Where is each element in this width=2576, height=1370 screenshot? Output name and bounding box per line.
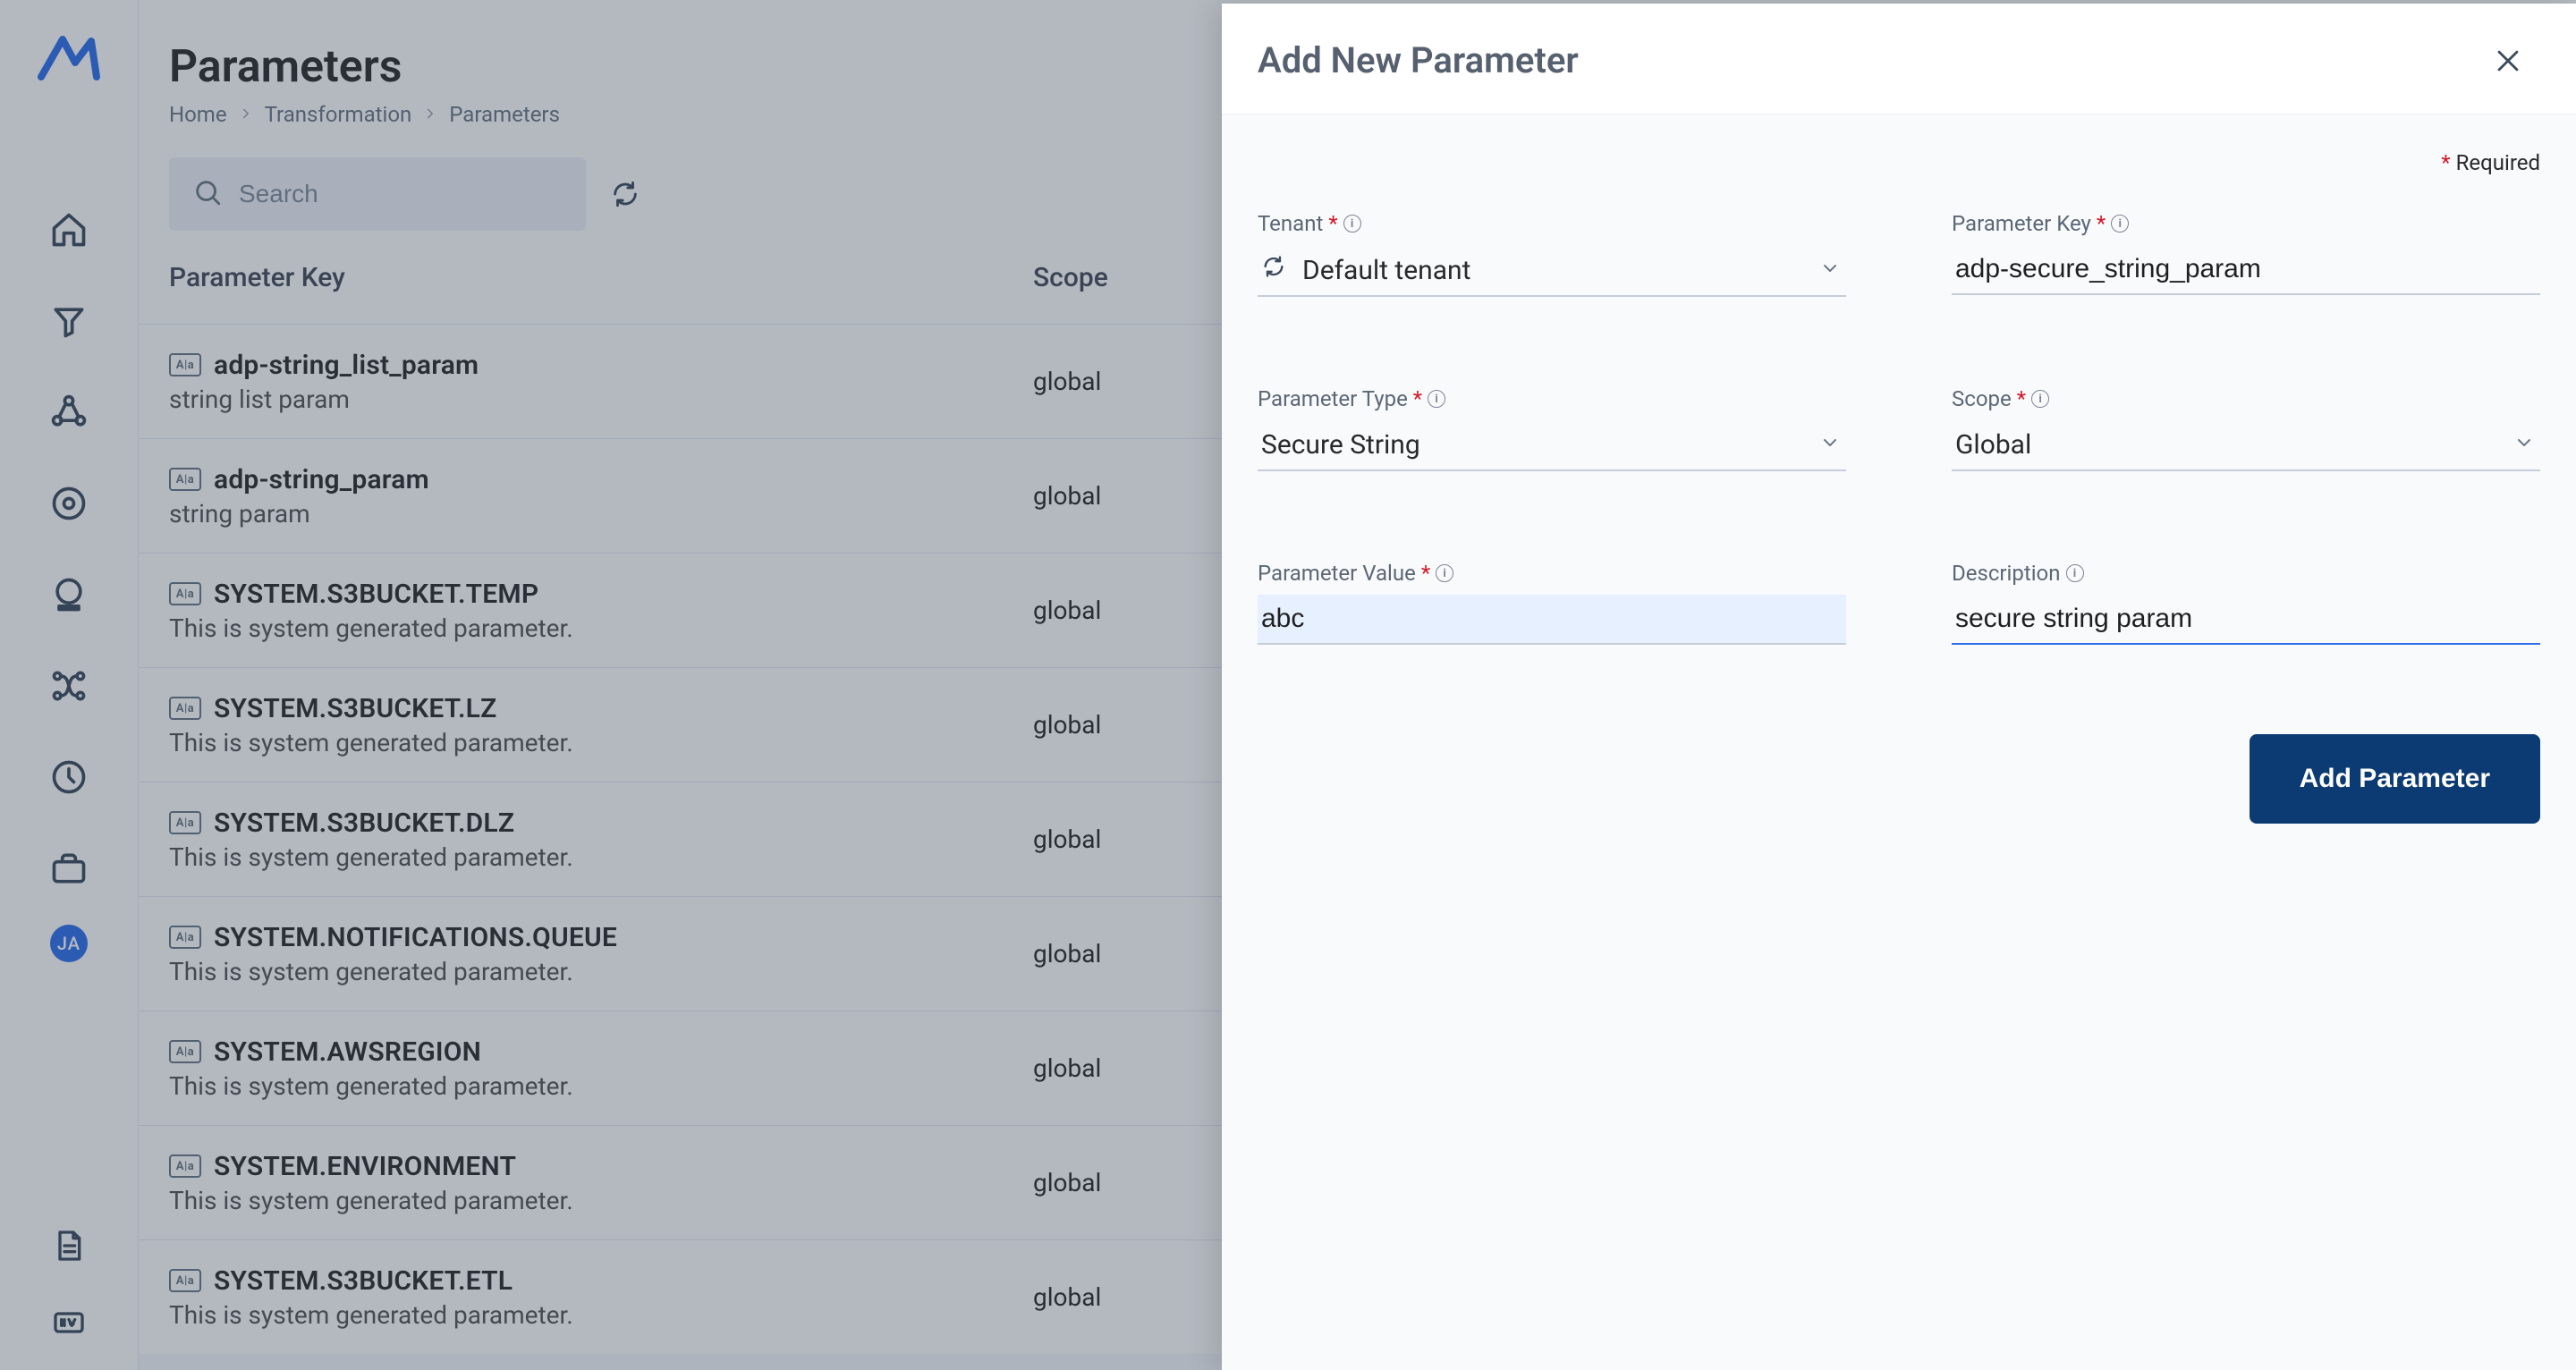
panel-title: Add New Parameter: [1258, 39, 1579, 81]
info-icon[interactable]: i: [2066, 564, 2084, 582]
close-button[interactable]: [2490, 43, 2526, 79]
chevron-down-icon: [2513, 429, 2535, 461]
field-parameter-value: Parameter Value * i: [1258, 561, 1846, 645]
info-icon[interactable]: i: [1343, 215, 1361, 233]
info-icon[interactable]: i: [1428, 390, 1445, 408]
parameter-type-select[interactable]: Secure String: [1258, 420, 1846, 471]
parameter-key-input[interactable]: [1952, 245, 2540, 295]
tenant-value: Default tenant: [1302, 255, 1470, 286]
label-scope: Scope: [1952, 386, 2012, 411]
parameter-type-value: Secure String: [1261, 429, 1420, 461]
info-icon[interactable]: i: [2031, 390, 2049, 408]
chevron-down-icon: [1819, 429, 1841, 461]
required-label: Required: [2456, 150, 2540, 175]
info-icon[interactable]: i: [1436, 564, 1453, 582]
field-parameter-type: Parameter Type * i Secure String: [1258, 386, 1846, 471]
info-icon[interactable]: i: [2111, 215, 2129, 233]
description-input[interactable]: [1952, 595, 2540, 645]
field-tenant: Tenant * i Default tenant: [1258, 211, 1846, 297]
scope-value: Global: [1955, 429, 2031, 461]
refresh-icon: [1261, 254, 1286, 286]
label-parameter-key: Parameter Key: [1952, 211, 2091, 236]
parameter-value-input[interactable]: [1258, 595, 1846, 645]
add-parameter-panel: Add New Parameter * Required Tenant * i …: [1222, 4, 2576, 1370]
field-parameter-key: Parameter Key * i: [1952, 211, 2540, 297]
label-description: Description: [1952, 561, 2061, 586]
field-description: Description i: [1952, 561, 2540, 645]
chevron-down-icon: [1819, 255, 1841, 286]
field-scope: Scope * i Global: [1952, 386, 2540, 471]
tenant-select[interactable]: Default tenant: [1258, 245, 1846, 297]
required-note: * Required: [2441, 150, 2540, 175]
label-parameter-value: Parameter Value: [1258, 561, 1416, 586]
add-parameter-button[interactable]: Add Parameter: [2250, 734, 2540, 824]
label-parameter-type: Parameter Type: [1258, 386, 1408, 411]
label-tenant: Tenant: [1258, 211, 1323, 236]
scope-select[interactable]: Global: [1952, 420, 2540, 471]
